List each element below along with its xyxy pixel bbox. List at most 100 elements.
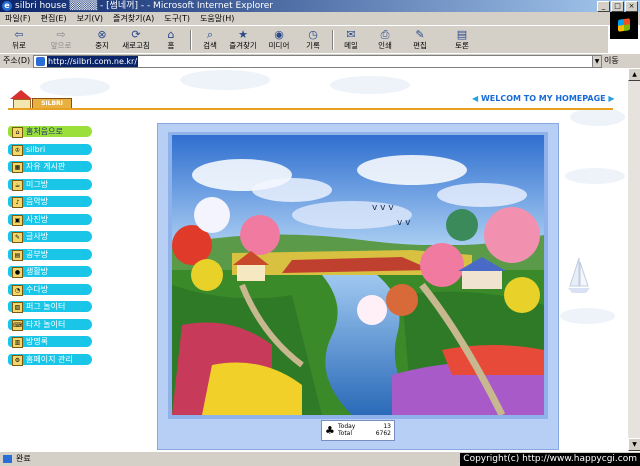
maximize-button[interactable]: □ [611, 1, 624, 12]
star-icon: ★ [238, 28, 248, 41]
club-icon: ♣ [325, 424, 335, 437]
side-menu-item-typing-playground[interactable]: ⌨ 타자 놀이터 [8, 318, 98, 332]
house-icon: ⌂ [12, 127, 23, 138]
site-logo[interactable]: SILBRI [10, 88, 80, 110]
side-menu-item-migeu[interactable]: ☕ 미그방 [8, 178, 98, 192]
edit-button[interactable]: ✎ 편집 [403, 28, 437, 54]
go-button[interactable]: 이동 [604, 54, 619, 68]
scroll-down-button[interactable]: ▼ [628, 438, 640, 451]
history-icon: ◷ [308, 28, 318, 41]
search-button[interactable]: ⌕ 검색 [193, 28, 227, 54]
stop-button[interactable]: ⊗ 중지 [85, 28, 119, 54]
keyboard-icon: ⌨ [12, 319, 23, 331]
favorites-button[interactable]: ★ 즐겨찾기 [226, 28, 260, 54]
painting-frame: v v v v v [157, 123, 559, 450]
chat-icon: ◔ [12, 284, 23, 296]
forward-arrow-icon: ⇨ [56, 28, 66, 41]
title-bar: e silbri house ▒▒▒▒ - [썸네꺼] - - Microsof… [0, 0, 640, 12]
side-menu-item-pug-playground[interactable]: ▧ 퍼그 놀이터 [8, 300, 98, 314]
refresh-icon: ⟳ [131, 28, 141, 41]
background-cloud [330, 76, 410, 94]
side-menu-item-study[interactable]: ▤ 공부방 [8, 248, 98, 262]
print-icon: ⎙ [380, 28, 390, 41]
address-dropdown-button[interactable]: ▼ [592, 55, 602, 68]
svg-text:v v v: v v v [372, 203, 394, 213]
header-divider [8, 108, 613, 110]
landscape-painting-svg: v v v v v [172, 135, 544, 415]
address-url[interactable]: http://silbri.com.ne.kr/ [47, 56, 139, 67]
vertical-scrollbar[interactable]: ▲ ▼ [628, 68, 640, 451]
right-arrow-icon: ▶ [608, 94, 615, 103]
mail-button[interactable]: ✉ 메일 [334, 28, 368, 54]
menu-file[interactable]: 파일(F) [0, 12, 36, 25]
board-icon: ▦ [12, 162, 23, 173]
page-icon [36, 57, 45, 66]
menu-edit[interactable]: 편집(E) [36, 12, 72, 25]
side-menu-item-silbri[interactable]: ♔ silbri [8, 143, 98, 157]
address-input[interactable]: http://silbri.com.ne.kr/ [33, 55, 601, 68]
life-icon: ● [12, 267, 23, 278]
back-button[interactable]: ⇦ 뒤로 [2, 28, 36, 54]
background-cloud [560, 308, 615, 324]
address-bar: 주소(D) http://silbri.com.ne.kr/ ▼ 이동 [0, 53, 640, 68]
close-button[interactable]: × [625, 1, 638, 12]
side-menu: ⌂ 홈처음으로 ♔ silbri ▦ 자유 게시판 ☕ 미그방 ♪ 음악방 ▣ 사진방 ✎ 글… [8, 125, 98, 370]
welcome-banner: ◀ WELCOM TO MY HOMEPAGE ▶ [472, 94, 615, 103]
refresh-button[interactable]: ⟳ 새로고침 [119, 28, 153, 54]
side-menu-item-board[interactable]: ▦ 자유 게시판 [8, 160, 98, 174]
visitor-counter: ♣ Today Total 13 6762 [321, 420, 395, 441]
speaker-icon: ♪ [12, 197, 23, 208]
status-text: 완료 [16, 454, 31, 463]
window-title: silbri house ▒▒▒▒ - [썸네꺼] - - Microsoft … [15, 1, 273, 11]
print-button[interactable]: ⎙ 인쇄 [368, 28, 402, 54]
side-menu-item-music[interactable]: ♪ 음악방 [8, 195, 98, 209]
scroll-up-button[interactable]: ▲ [628, 68, 640, 81]
background-cloud [180, 70, 270, 90]
side-menu-item-guestbook[interactable]: ▥ 방명록 [8, 335, 98, 349]
edit-icon: ✎ [415, 28, 425, 41]
writing-icon: ✎ [12, 232, 23, 243]
copyright-notice: Copyright(c) http://www.happycgi.com [460, 453, 640, 466]
windows-logo [610, 12, 638, 39]
background-cloud [570, 108, 625, 126]
status-bar: 완료 Copyright(c) http://www.happycgi.com [0, 451, 640, 466]
menu-favorites[interactable]: 즐겨찾기(A) [108, 12, 159, 25]
toolbar: ⇦ 뒤로 ⇨ 앞으로 ⊗ 중지 ⟳ 새로고침 ⌂ 홈 ⌕ 검색 ★ 즐겨찾기 ◉… [0, 25, 608, 54]
mail-icon: ✉ [346, 28, 356, 41]
total-value: 6762 [375, 430, 391, 437]
menu-help[interactable]: 도움말(H) [195, 12, 239, 25]
total-label: Total [338, 430, 353, 437]
menu-tools[interactable]: 도구(T) [159, 12, 195, 25]
menu-view[interactable]: 보기(V) [72, 12, 108, 25]
home-button[interactable]: ⌂ 홈 [154, 28, 188, 54]
toolbar-separator [190, 30, 192, 50]
menu-bar: 파일(F) 편집(E) 보기(V) 즐겨찾기(A) 도구(T) 도움말(H) [0, 12, 640, 25]
stop-icon: ⊗ [97, 28, 107, 41]
media-button[interactable]: ◉ 미디어 [262, 28, 296, 54]
book-icon: ▤ [12, 249, 23, 261]
page-content: SILBRI ◀ WELCOM TO MY HOMEPAGE ▶ ⌂ 홈처음으로 … [0, 68, 628, 451]
side-menu-item-home[interactable]: ⌂ 홈처음으로 [8, 125, 98, 139]
painting-mat: v v v v v [168, 132, 548, 419]
side-menu-item-admin[interactable]: ⚙ 홈페이지 관리 [8, 353, 98, 367]
ie-icon: e [2, 1, 12, 11]
minimize-button[interactable]: _ [597, 1, 610, 12]
svg-text:v v: v v [397, 218, 411, 228]
cup-icon: ☕ [12, 179, 23, 191]
side-menu-item-photo[interactable]: ▣ 사진방 [8, 213, 98, 227]
history-button[interactable]: ◷ 기록 [296, 28, 330, 54]
admin-icon: ⚙ [12, 354, 23, 366]
side-menu-item-chat[interactable]: ◔ 수다방 [8, 283, 98, 297]
media-icon: ◉ [274, 28, 284, 41]
windows-flag-icon [618, 18, 630, 32]
address-label: 주소(D) [3, 56, 31, 65]
side-menu-item-life[interactable]: ● 생활방 [8, 265, 98, 279]
crown-icon: ♔ [12, 144, 23, 156]
side-menu-item-writing[interactable]: ✎ 글사방 [8, 230, 98, 244]
home-icon: ⌂ [167, 28, 175, 41]
back-arrow-icon: ⇦ [14, 28, 24, 41]
search-icon: ⌕ [206, 28, 214, 41]
discuss-button[interactable]: ▤ 토론 [445, 28, 479, 54]
puzzle-icon: ▧ [12, 302, 23, 313]
forward-button[interactable]: ⇨ 앞으로 [44, 28, 78, 54]
